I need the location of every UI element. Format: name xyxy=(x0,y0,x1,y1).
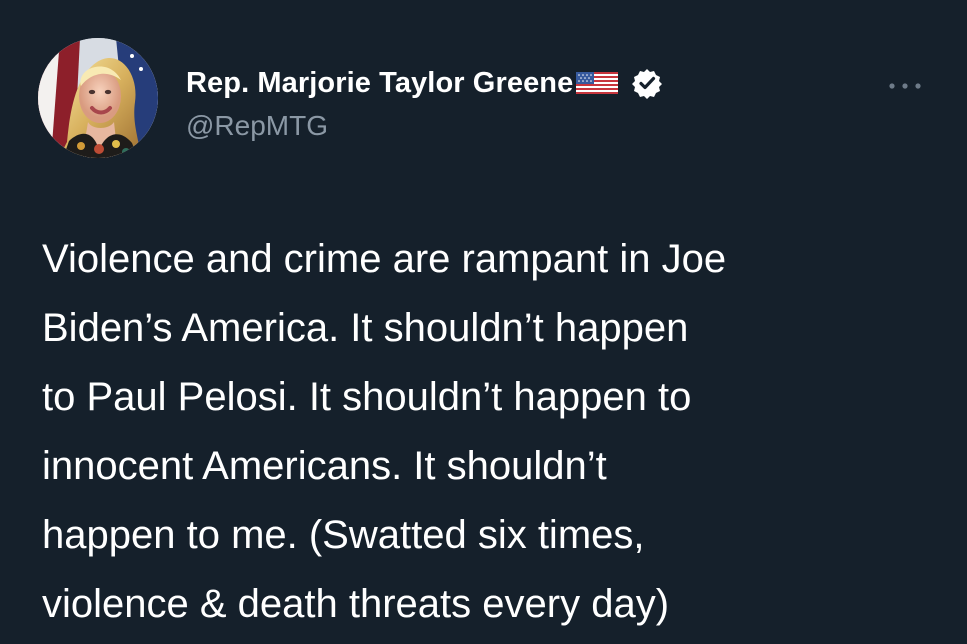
author-handle[interactable]: @RepMTG xyxy=(186,110,806,142)
tweet-header: Rep. Marjorie Taylor Greene @RepMTG xyxy=(38,38,931,168)
author-identity: Rep. Marjorie Taylor Greene @RepMTG xyxy=(186,64,806,142)
author-name-row: Rep. Marjorie Taylor Greene xyxy=(186,64,806,102)
profile-photo-avatar xyxy=(38,38,158,158)
tweet-body-text: Violence and crime are rampant in Joe Bi… xyxy=(42,237,727,626)
author-display-name[interactable]: Rep. Marjorie Taylor Greene xyxy=(186,67,573,100)
author-avatar[interactable] xyxy=(38,38,158,158)
more-options-icon xyxy=(889,83,921,89)
verified-badge-icon xyxy=(632,69,663,99)
more-options-button[interactable] xyxy=(881,72,929,100)
us-flag-emoji-icon xyxy=(576,72,619,94)
tweet-card: Rep. Marjorie Taylor Greene @RepMTG Viol… xyxy=(0,0,967,644)
